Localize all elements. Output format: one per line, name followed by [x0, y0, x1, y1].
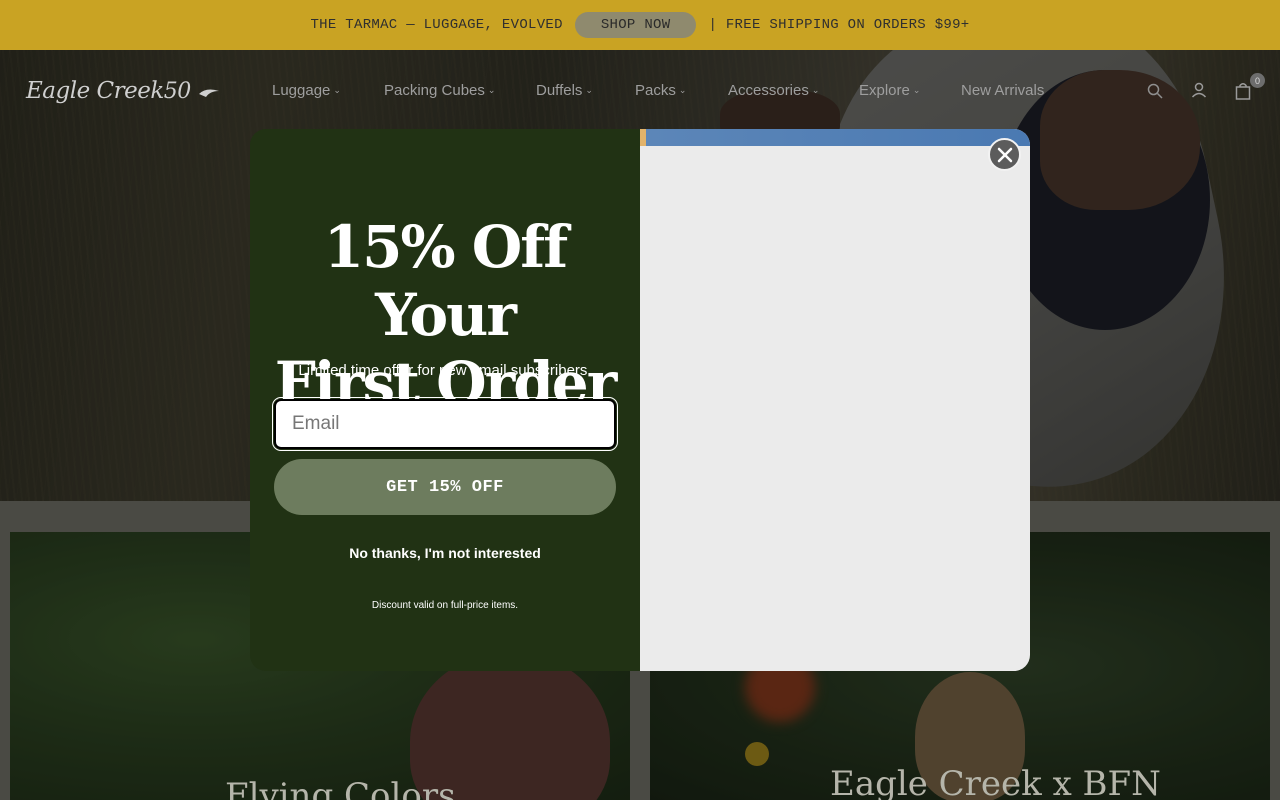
card-title: Eagle Creek x BFN — [830, 764, 1161, 800]
account-icon[interactable] — [1191, 82, 1207, 98]
nav-label: Duffels — [536, 82, 583, 99]
chevron-down-icon: ⌄ — [333, 85, 341, 95]
cart-icon[interactable] — [1235, 82, 1251, 100]
chevron-down-icon: ⌄ — [678, 85, 687, 95]
get-discount-button[interactable]: GET 15% OFF — [274, 459, 616, 515]
nav-label: Luggage — [272, 82, 331, 99]
nav-item-explore[interactable]: Explore ⌄ — [859, 82, 961, 99]
modal-image-strip — [640, 129, 1030, 146]
search-icon[interactable] — [1147, 83, 1163, 99]
chevron-down-icon: ⌄ — [487, 85, 496, 95]
shop-now-button[interactable]: SHOP NOW — [574, 12, 697, 38]
cart-count-badge: 0 — [1250, 73, 1265, 88]
announcement-bar: THE TARMAC — LUGGAGE, EVOLVED SHOP NOW |… — [0, 0, 1280, 50]
nav-item-duffels[interactable]: Duffels ⌄ — [536, 82, 635, 99]
modal-subline: Limited time offer for new email subscri… — [298, 362, 592, 379]
nav-item-packs[interactable]: Packs ⌄ — [635, 82, 728, 99]
nav-item-packing-cubes[interactable]: Packing Cubes ⌄ — [384, 82, 536, 99]
eagle-creek-logo[interactable]: Eagle Creek50 — [26, 78, 220, 104]
chevron-down-icon: ⌄ — [811, 85, 820, 95]
nav-label: Accessories — [728, 82, 809, 99]
modal-form-panel: 15% Off Your First Order Limited time of… — [250, 129, 640, 671]
email-field[interactable] — [272, 397, 618, 451]
chevron-down-icon: ⌄ — [585, 85, 593, 95]
nav-label: Explore — [859, 82, 910, 99]
nav-item-accessories[interactable]: Accessories ⌄ — [728, 82, 859, 99]
announcement-right-text: | FREE SHIPPING ON ORDERS $99+ — [708, 17, 970, 33]
nav-item-new-arrivals[interactable]: New Arrivals — [961, 82, 1071, 99]
modal-headline: 15% Off Your First Order — [250, 213, 640, 417]
logo-years: 50 — [163, 79, 192, 104]
modal-close-button[interactable] — [988, 138, 1021, 171]
announcement-left-text: THE TARMAC — LUGGAGE, EVOLVED — [310, 17, 563, 33]
nav-label: Packs — [635, 82, 676, 99]
discount-modal: 15% Off Your First Order Limited time of… — [250, 129, 1030, 671]
nav-label: New Arrivals — [961, 82, 1045, 99]
close-icon — [997, 147, 1012, 162]
chevron-down-icon: ⌄ — [912, 85, 921, 95]
main-nav: Luggage ⌄ Packing Cubes ⌄ Duffels ⌄ Packs ⌄ … — [272, 82, 1071, 99]
card-title: Flying Colors — [225, 776, 456, 800]
modal-image-panel — [640, 129, 1030, 671]
discount-disclaimer: Discount valid on full-price items. — [371, 600, 519, 611]
decline-link[interactable]: No thanks, I'm not interested — [250, 545, 640, 561]
headline-line-1: 15% Off Your — [323, 213, 568, 349]
eagle-icon — [198, 89, 219, 97]
nav-label: Packing Cubes — [384, 82, 485, 99]
nav-item-luggage[interactable]: Luggage ⌄ — [272, 82, 384, 99]
logo-text: Eagle Creek — [26, 78, 164, 104]
